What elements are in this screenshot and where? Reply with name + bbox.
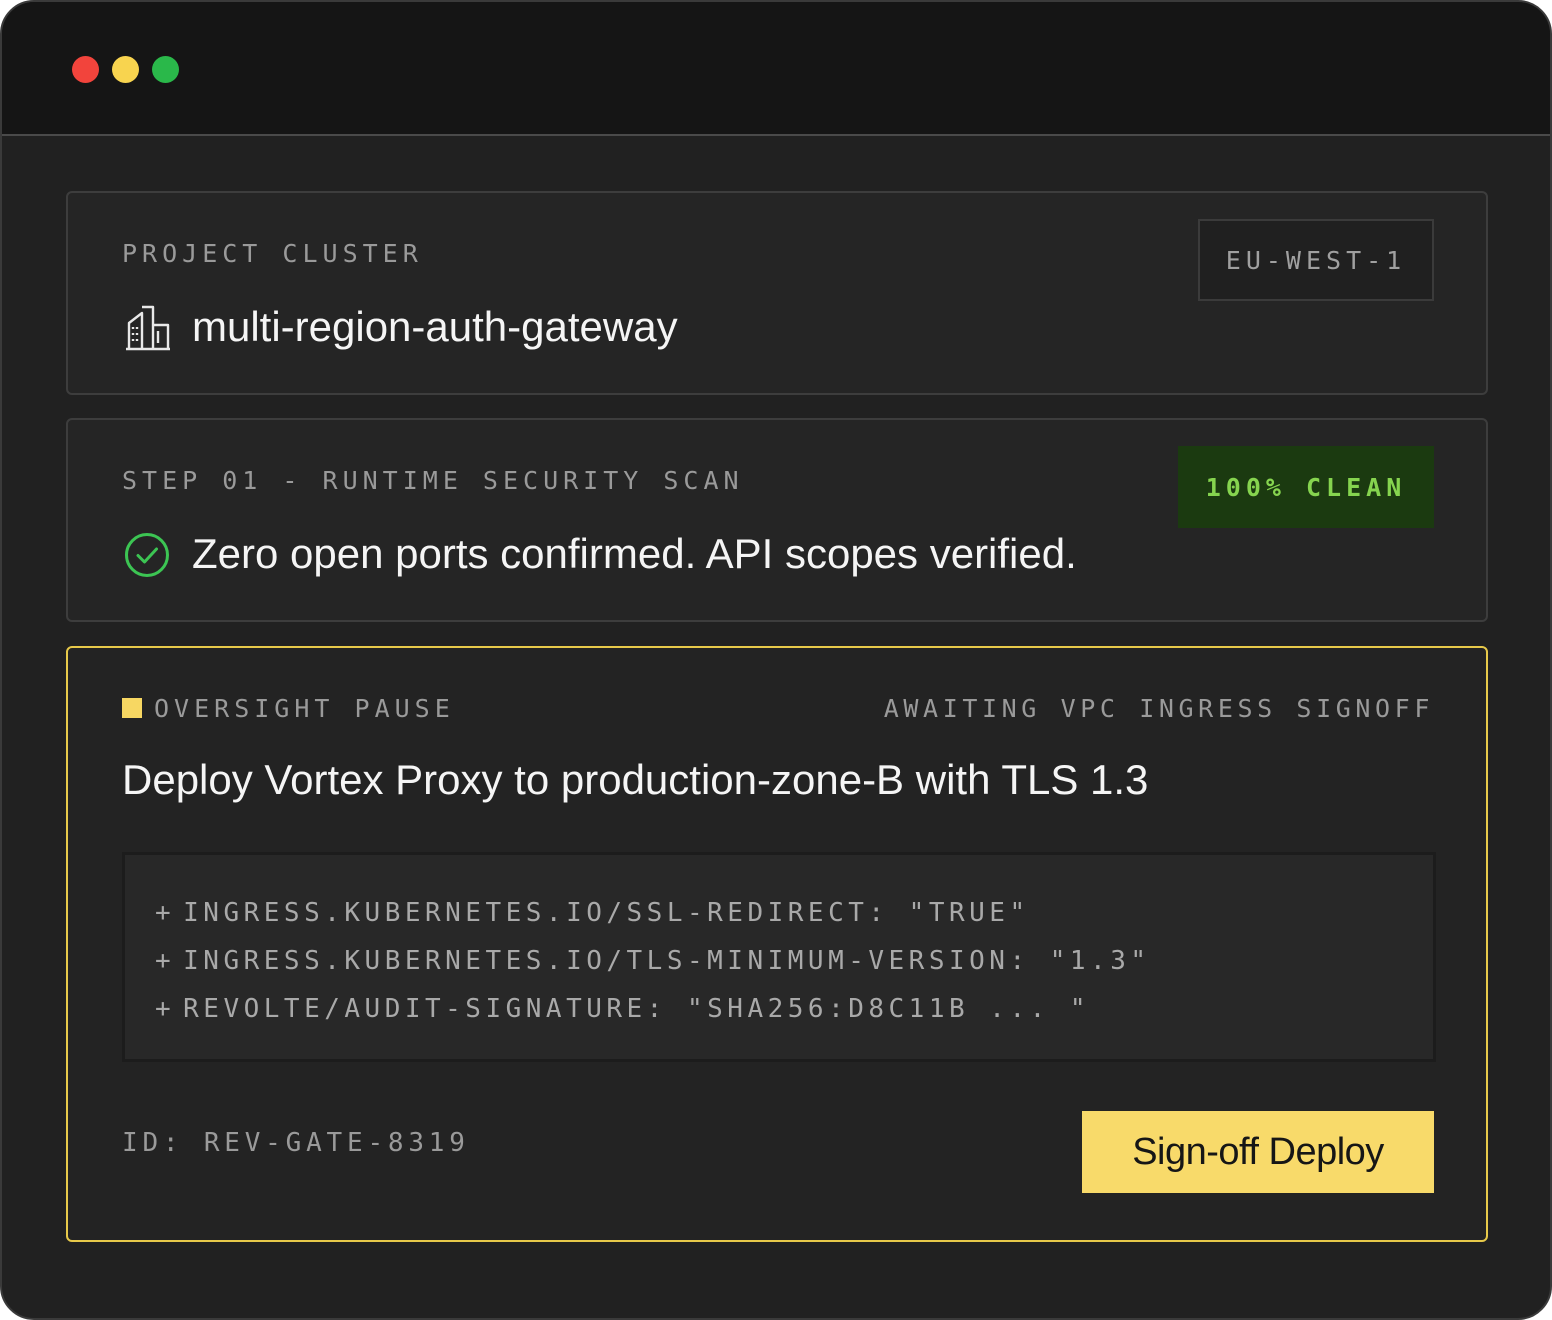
app-window: PROJECT CLUSTER multi-region-auth-gatewa…	[0, 0, 1552, 1320]
oversight-label: OVERSIGHT PAUSE	[154, 694, 455, 723]
diff-line: + REVOLTE/AUDIT-SIGNATURE: "SHA256:D8C11B…	[155, 994, 1091, 1024]
project-cluster-label: PROJECT CLUSTER	[122, 239, 423, 268]
config-diff-block: + INGRESS.KUBERNETES.IO/SSL-REDIRECT: "TR…	[122, 852, 1436, 1062]
project-cluster-card: PROJECT CLUSTER multi-region-auth-gatewa…	[66, 191, 1488, 395]
deploy-title: Deploy Vortex Proxy to production-zone-B…	[122, 756, 1149, 803]
building-icon	[126, 305, 170, 351]
scan-result-message: Zero open ports confirmed. API scopes ve…	[192, 530, 1077, 577]
plus-icon: +	[155, 946, 176, 976]
signoff-status: AWAITING VPC INGRESS SIGNOFF	[883, 694, 1434, 723]
clean-status-label: 100% CLEAN	[1205, 472, 1407, 502]
clean-status-badge: 100% CLEAN	[1178, 446, 1434, 528]
minimize-window-button[interactable]	[112, 56, 139, 83]
diff-line: + INGRESS.KUBERNETES.IO/SSL-REDIRECT: "TR…	[155, 898, 1030, 928]
signoff-deploy-button[interactable]: Sign-off Deploy	[1082, 1111, 1434, 1193]
title-bar	[2, 2, 1550, 136]
plus-icon: +	[155, 898, 176, 928]
region-badge: EU-WEST-1	[1198, 219, 1434, 301]
close-window-button[interactable]	[72, 56, 99, 83]
gate-id: ID: REV-GATE-8319	[122, 1128, 470, 1158]
security-scan-card: STEP 01 - RUNTIME SECURITY SCAN Zero ope…	[66, 418, 1488, 622]
oversight-pause-card: OVERSIGHT PAUSE AWAITING VPC INGRESS SIG…	[66, 646, 1488, 1242]
project-name: multi-region-auth-gateway	[192, 303, 678, 350]
pause-indicator-icon	[122, 698, 142, 718]
scan-step-label: STEP 01 - RUNTIME SECURITY SCAN	[122, 466, 744, 495]
check-circle-icon	[125, 533, 169, 577]
diff-line: + INGRESS.KUBERNETES.IO/TLS-MINIMUM-VERSI…	[155, 946, 1151, 976]
region-label: EU-WEST-1	[1225, 245, 1407, 275]
maximize-window-button[interactable]	[152, 56, 179, 83]
plus-icon: +	[155, 994, 176, 1024]
